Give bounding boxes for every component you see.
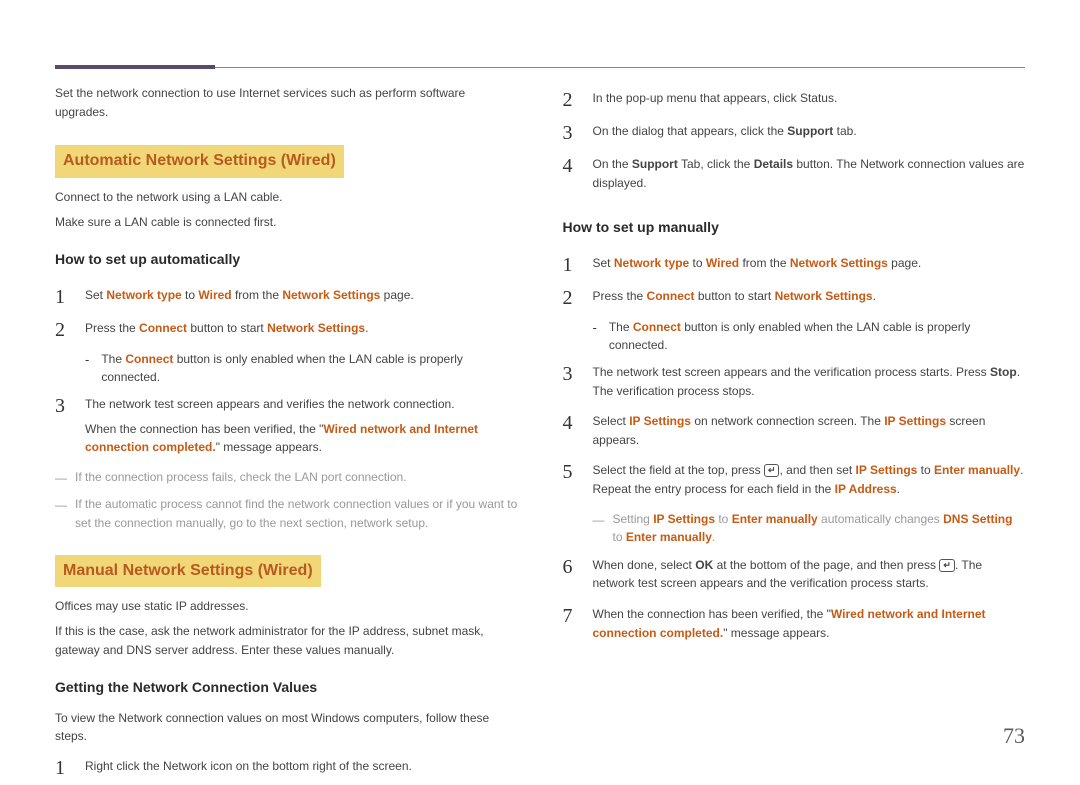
footnote-body: If the connection process fails, check t… xyxy=(75,468,518,487)
step-number: 4 xyxy=(563,412,577,433)
manual-step-7: 7 When the connection has been verified,… xyxy=(563,600,1026,649)
intro-text: Set the network connection to use Intern… xyxy=(55,84,518,121)
footnote-body: Setting IP Settings to Enter manually au… xyxy=(613,510,1026,547)
values-step-3: 3 On the dialog that appears, click the … xyxy=(563,117,1026,150)
manual-step-1: 1 Set Network type to Wired from the Net… xyxy=(563,249,1026,282)
auto-line1: Connect to the network using a LAN cable… xyxy=(55,188,518,207)
step-body: When done, select OK at the bottom of th… xyxy=(593,556,1026,593)
enter-icon: ↵ xyxy=(764,464,780,477)
step-number: 3 xyxy=(55,395,69,416)
step-body: When the connection has been verified, t… xyxy=(593,605,1026,642)
step-number: 5 xyxy=(563,461,577,482)
step-number: 6 xyxy=(563,556,577,577)
step-body: On the dialog that appears, click the Su… xyxy=(593,122,1026,141)
substep-body: The Connect button is only enabled when … xyxy=(101,350,517,387)
manual-substep: - The Connect button is only enabled whe… xyxy=(563,315,1026,358)
values-step-1: 1 Right click the Network icon on the bo… xyxy=(55,752,518,785)
auto-line2: Make sure a LAN cable is connected first… xyxy=(55,213,518,232)
right-column: 2 In the pop-up menu that appears, click… xyxy=(563,84,1026,785)
step-body: The network test screen appears and the … xyxy=(593,363,1026,400)
mdash-icon: ― xyxy=(55,495,67,515)
manual-step-3: 3 The network test screen appears and th… xyxy=(563,358,1026,407)
step-number: 1 xyxy=(55,757,69,778)
step-number: 3 xyxy=(563,363,577,384)
subheading-values: Getting the Network Connection Values xyxy=(55,677,518,699)
section-heading-auto: Automatic Network Settings (Wired) xyxy=(55,145,344,178)
section-heading-manual: Manual Network Settings (Wired) xyxy=(55,555,321,588)
mdash-icon: ― xyxy=(55,468,67,488)
step-body: Press the Connect button to start Networ… xyxy=(85,319,518,338)
manual-step-4: 4 Select IP Settings on network connecti… xyxy=(563,407,1026,456)
columns: Set the network connection to use Intern… xyxy=(55,84,1025,785)
step-body: Right click the Network icon on the bott… xyxy=(85,757,518,776)
values-step-2: 2 In the pop-up menu that appears, click… xyxy=(563,84,1026,117)
enter-icon: ↵ xyxy=(939,559,955,572)
manual-line1: Offices may use static IP addresses. xyxy=(55,597,518,616)
step-number: 2 xyxy=(55,319,69,340)
step-body: Select the field at the top, press ↵, an… xyxy=(593,461,1026,498)
mdash-icon: ― xyxy=(593,510,605,530)
manual-step-2: 2 Press the Connect button to start Netw… xyxy=(563,282,1026,315)
auto-step-2: 2 Press the Connect button to start Netw… xyxy=(55,314,518,347)
footnote-2: ― If the automatic process cannot find t… xyxy=(55,491,518,536)
dash-icon: - xyxy=(85,350,89,366)
manual-footnote: ― Setting IP Settings to Enter manually … xyxy=(563,506,1026,551)
manual-line2: If this is the case, ask the network adm… xyxy=(55,622,518,659)
manual-step-6: 6 When done, select OK at the bottom of … xyxy=(563,551,1026,600)
page-number: 73 xyxy=(1003,723,1025,749)
step-body: The network test screen appears and veri… xyxy=(85,395,518,457)
dash-icon: - xyxy=(593,318,597,334)
values-step-4: 4 On the Support Tab, click the Details … xyxy=(563,150,1026,199)
auto-substep: - The Connect button is only enabled whe… xyxy=(55,347,518,390)
step-number: 3 xyxy=(563,122,577,143)
step-body: Press the Connect button to start Networ… xyxy=(593,287,1026,306)
step-number: 2 xyxy=(563,287,577,308)
auto-steps: 1 Set Network type to Wired from the Net… xyxy=(55,281,518,464)
page: Set the network connection to use Intern… xyxy=(0,0,1080,763)
step-body: Set Network type to Wired from the Netwo… xyxy=(593,254,1026,273)
step-body: On the Support Tab, click the Details bu… xyxy=(593,155,1026,192)
footnote-1: ― If the connection process fails, check… xyxy=(55,464,518,492)
header-accent xyxy=(55,65,215,69)
header-bar xyxy=(55,40,1025,68)
step-number: 4 xyxy=(563,155,577,176)
step-number: 7 xyxy=(563,605,577,626)
left-column: Set the network connection to use Intern… xyxy=(55,84,518,785)
substep-body: The Connect button is only enabled when … xyxy=(609,318,1025,355)
auto-step-3: 3 The network test screen appears and ve… xyxy=(55,390,518,464)
step-body: Set Network type to Wired from the Netwo… xyxy=(85,286,518,305)
step-number: 1 xyxy=(563,254,577,275)
manual-step-5: 5 Select the field at the top, press ↵, … xyxy=(563,456,1026,505)
values-desc: To view the Network connection values on… xyxy=(55,709,518,746)
step-body: Select IP Settings on network connection… xyxy=(593,412,1026,449)
subheading-manual-setup: How to set up manually xyxy=(563,217,1026,239)
step-number: 1 xyxy=(55,286,69,307)
auto-step-1: 1 Set Network type to Wired from the Net… xyxy=(55,281,518,314)
step-body: In the pop-up menu that appears, click S… xyxy=(593,89,1026,108)
subheading-auto: How to set up automatically xyxy=(55,249,518,271)
footnote-body: If the automatic process cannot find the… xyxy=(75,495,518,532)
step-number: 2 xyxy=(563,89,577,110)
